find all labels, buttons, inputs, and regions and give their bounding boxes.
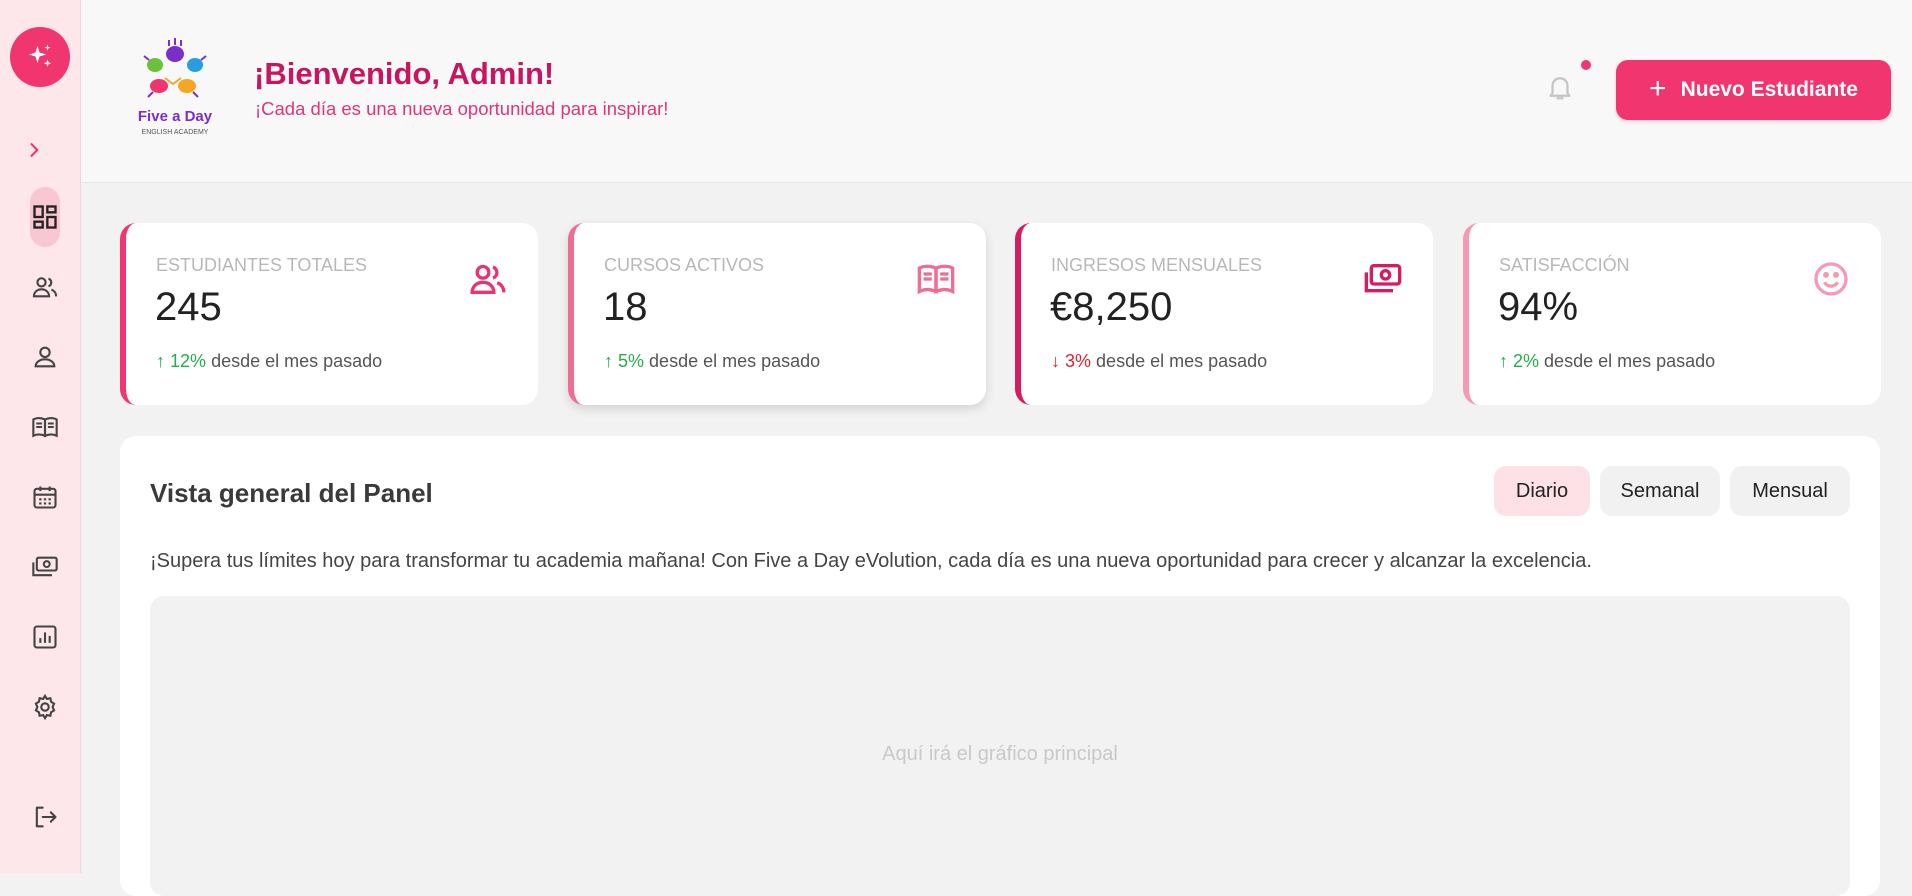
trend-percent: 3%: [1065, 351, 1092, 371]
notification-dot: [1581, 60, 1591, 70]
dashboard-overview-panel: Vista general del Panel Diario Semanal M…: [120, 436, 1880, 896]
trend-suffix: desde el mes pasado: [1096, 351, 1268, 371]
bell-icon: [1549, 77, 1571, 100]
stat-value: €8,250: [1050, 285, 1173, 329]
new-student-button[interactable]: + Nuevo Estudiante: [1616, 60, 1891, 120]
sidebar-item-profile[interactable]: [30, 327, 60, 387]
trend-suffix: desde el mes pasado: [1544, 351, 1716, 371]
panel-description: ¡Supera tus límites hoy para transformar…: [150, 550, 1592, 572]
logout-icon: [35, 806, 57, 828]
notification-button[interactable]: [1545, 70, 1577, 104]
brand-logo: Five a Day ENGLISH ACADEMY: [125, 38, 225, 142]
stat-card-courses[interactable]: CURSOS ACTIVOS 18 ↑ 5% desde el mes pasa…: [568, 223, 986, 405]
stat-label: ESTUDIANTES TOTALES: [156, 255, 368, 275]
users-icon: [470, 264, 506, 294]
stat-trend: ↑ 5% desde el mes pasado: [604, 351, 820, 372]
tab-weekly[interactable]: Semanal: [1600, 466, 1720, 516]
book-icon: [32, 417, 58, 438]
sidebar-item-dashboard[interactable]: [30, 187, 60, 247]
svg-text:Five a Day: Five a Day: [138, 108, 213, 125]
sidebar-item-payments[interactable]: [30, 537, 60, 597]
sidebar: [0, 0, 81, 873]
sidebar-item-settings[interactable]: [30, 677, 60, 737]
page-subtitle: ¡Cada día es una nueva oportunidad para …: [255, 98, 669, 119]
trend-up-arrow: ↑: [156, 351, 165, 371]
sidebar-item-courses[interactable]: [30, 397, 60, 457]
stat-trend: ↑ 2% desde el mes pasado: [1499, 351, 1715, 372]
stat-label: SATISFACCIÓN: [1499, 255, 1630, 275]
book-icon: [917, 264, 955, 295]
dashboard-icon: [33, 205, 57, 229]
stat-card-revenue[interactable]: INGRESOS MENSUALES €8,250 ↓ 3% desde el …: [1015, 223, 1433, 405]
tab-monthly[interactable]: Mensual: [1730, 466, 1850, 516]
sidebar-item-calendar[interactable]: [30, 467, 60, 527]
sidebar-item-students[interactable]: [30, 257, 60, 317]
sparkles-logo-icon[interactable]: [10, 27, 70, 87]
trend-percent: 2%: [1513, 351, 1540, 371]
users-icon: [32, 277, 58, 298]
smile-icon: [1814, 262, 1848, 296]
stat-trend: ↓ 3% desde el mes pasado: [1051, 351, 1267, 372]
main-chart-area: Aquí irá el gráfico principal: [150, 596, 1850, 896]
page-title: ¡Bienvenido, Admin!: [254, 56, 555, 91]
stat-label: INGRESOS MENSUALES: [1051, 255, 1263, 275]
trend-percent: 12%: [170, 351, 207, 371]
chevron-right-icon[interactable]: [24, 140, 44, 160]
chart-placeholder-text: Aquí irá el gráfico principal: [882, 743, 1118, 765]
svg-text:ENGLISH ACADEMY: ENGLISH ACADEMY: [142, 129, 209, 136]
trend-suffix: desde el mes pasado: [211, 351, 383, 371]
stat-card-satisfaction[interactable]: SATISFACCIÓN 94% ↑ 2% desde el mes pasad…: [1463, 223, 1881, 405]
trend-percent: 5%: [618, 351, 645, 371]
new-student-label: Nuevo Estudiante: [1680, 78, 1858, 101]
logout-button[interactable]: [30, 787, 60, 847]
stat-value: 18: [603, 285, 648, 329]
money-icon: [32, 556, 58, 577]
report-icon: [33, 625, 57, 649]
trend-up-arrow: ↑: [604, 351, 613, 371]
tab-daily[interactable]: Diario: [1494, 466, 1590, 516]
trend-up-arrow: ↑: [1499, 351, 1508, 371]
top-header: Five a Day ENGLISH ACADEMY ¡Bienvenido, …: [81, 0, 1912, 183]
stat-value: 245: [155, 285, 222, 329]
plus-icon: +: [1649, 71, 1667, 105]
stat-value: 94%: [1498, 285, 1579, 329]
stat-label: CURSOS ACTIVOS: [604, 255, 765, 275]
gear-icon: [34, 693, 56, 721]
stat-card-students[interactable]: ESTUDIANTES TOTALES 245 ↑ 12% desde el m…: [120, 223, 538, 405]
calendar-icon: [33, 486, 57, 509]
stat-trend: ↑ 12% desde el mes pasado: [156, 351, 382, 372]
panel-title: Vista general del Panel: [150, 478, 433, 508]
colorful-hands-icon: [143, 38, 207, 98]
money-icon: [1364, 264, 1402, 293]
trend-suffix: desde el mes pasado: [649, 351, 821, 371]
user-icon: [34, 346, 56, 368]
trend-down-arrow: ↓: [1051, 351, 1060, 371]
sidebar-item-reports[interactable]: [30, 607, 60, 667]
